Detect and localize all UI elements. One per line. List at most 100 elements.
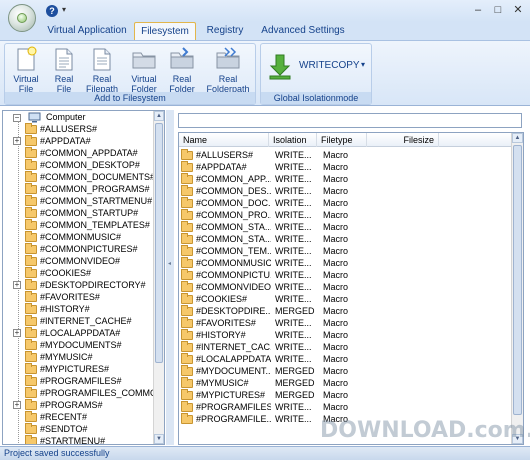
file-list[interactable]: Name Isolation Filetype Filesize #ALLUSE… (178, 132, 524, 445)
list-scroll-up-button[interactable]: ▲ (512, 133, 523, 143)
tree-item[interactable]: #MYPICTURES# (25, 363, 109, 375)
tree-item[interactable]: #PROGRAMFILES# (25, 375, 122, 387)
virtual-folder-button[interactable]: Virtual Folder (125, 46, 163, 94)
tab-advanced-settings[interactable]: Advanced Settings (256, 22, 350, 40)
quick-access-dropdown-icon[interactable]: ▾ (62, 5, 66, 14)
tree-expand-icon[interactable]: + (13, 281, 21, 289)
table-row[interactable]: #DESKTOPDIRE... MERGED Macro (179, 305, 512, 317)
tree-expand-icon[interactable]: + (13, 137, 21, 145)
folder-icon (181, 353, 193, 365)
tree-item[interactable]: #RECENT# (25, 411, 87, 423)
table-row[interactable]: #COMMON_STA... WRITE... Macro (179, 233, 512, 245)
title-bar: ? ▾ – □ ✕ (0, 0, 530, 22)
real-folderpath-button[interactable]: Real Folderpath (205, 46, 251, 94)
isolation-cell: WRITE... (275, 402, 312, 412)
table-row[interactable]: #MYMUSIC# MERGED Macro (179, 377, 512, 389)
table-row[interactable]: #COMMONVIDEO# WRITE... Macro (179, 281, 512, 293)
tree-scrollbar[interactable]: ▲ ▼ (153, 111, 164, 444)
tree-scroll-thumb[interactable] (155, 123, 163, 363)
name-cell: #COOKIES# (181, 293, 271, 305)
tree-item[interactable]: + #PROGRAMS# (13, 399, 103, 411)
virtual-file-button[interactable]: Virtual File (7, 46, 45, 94)
folder-icon (181, 269, 193, 281)
minimize-button[interactable]: – (472, 4, 484, 16)
path-field[interactable] (178, 113, 522, 128)
isolation-cell: WRITE... (275, 198, 312, 208)
tree-item[interactable]: #PROGRAMFILES_COMMO (25, 387, 157, 399)
tree-item[interactable]: + #LOCALAPPDATA# (13, 327, 120, 339)
column-header-name[interactable]: Name (179, 133, 269, 147)
table-row[interactable]: #COMMON_APP... WRITE... Macro (179, 173, 512, 185)
tree-collapse-icon[interactable]: − (13, 113, 21, 122)
tree-scroll-up-button[interactable]: ▲ (154, 111, 164, 121)
tree-item[interactable]: #COMMONMUSIC# (25, 231, 121, 243)
ribbon-tabs: Virtual Application Filesystem Registry … (0, 22, 530, 40)
tab-virtual-application[interactable]: Virtual Application (40, 22, 134, 40)
tree-item[interactable]: #COMMON_TEMPLATES# (25, 219, 150, 231)
table-row[interactable]: #ALLUSERS# WRITE... Macro (179, 149, 512, 161)
table-row[interactable]: #COMMONPICTU... WRITE... Macro (179, 269, 512, 281)
table-row[interactable]: #INTERNET_CAC... WRITE... Macro (179, 341, 512, 353)
tree-item[interactable]: #COOKIES# (25, 267, 91, 279)
tree-item[interactable]: #COMMON_PROGRAMS# (25, 183, 150, 195)
column-header-isolation[interactable]: Isolation (269, 133, 317, 147)
tree-item[interactable]: #COMMON_APPDATA# (25, 147, 138, 159)
table-row[interactable]: #MYPICTURES# MERGED Macro (179, 389, 512, 401)
writecopy-dropdown[interactable]: WRITECOPY ▾ (265, 50, 369, 84)
maximize-button[interactable]: □ (492, 4, 504, 16)
table-row[interactable]: #PROGRAMFILES# WRITE... Macro (179, 401, 512, 413)
pane-splitter[interactable]: ◂ (166, 110, 174, 445)
column-header-filesize[interactable]: Filesize (367, 133, 439, 147)
table-row[interactable]: #COMMONMUSIC# WRITE... Macro (179, 257, 512, 269)
tree-item[interactable]: #FAVORITES# (25, 291, 100, 303)
table-row[interactable]: #COMMON_STA... WRITE... Macro (179, 221, 512, 233)
table-row[interactable]: #HISTORY# WRITE... Macro (179, 329, 512, 341)
close-button[interactable]: ✕ (512, 4, 524, 16)
real-file-button[interactable]: Real File (45, 46, 83, 94)
table-row[interactable]: #COMMON_DES... WRITE... Macro (179, 185, 512, 197)
list-scroll-thumb[interactable] (513, 145, 522, 415)
tree-item[interactable]: + #APPDATA# (13, 135, 91, 147)
folder-icon (25, 411, 37, 423)
table-row[interactable]: #COOKIES# WRITE... Macro (179, 293, 512, 305)
tree-item[interactable]: #COMMON_DOCUMENTS# (25, 171, 155, 183)
tree-root-computer[interactable]: − Computer (13, 111, 86, 123)
column-header-filetype[interactable]: Filetype (317, 133, 367, 147)
tree-item[interactable]: #COMMON_DESKTOP# (25, 159, 140, 171)
tree-item[interactable]: #SENDTO# (25, 423, 87, 435)
list-scrollbar[interactable]: ▲ ▼ (511, 133, 523, 444)
table-row[interactable]: #COMMON_TEM... WRITE... Macro (179, 245, 512, 257)
tree-item[interactable]: #HISTORY# (25, 303, 90, 315)
tree-item[interactable]: #COMMON_STARTUP# (25, 207, 138, 219)
filetype-cell: Macro (323, 150, 349, 160)
tree-scroll-down-button[interactable]: ▼ (154, 434, 164, 444)
real-filepath-button[interactable]: Real Filepath (83, 46, 121, 94)
tree-item[interactable]: #COMMONPICTURES# (25, 243, 138, 255)
table-row[interactable]: #FAVORITES# WRITE... Macro (179, 317, 512, 329)
table-row[interactable]: #COMMON_PRO... WRITE... Macro (179, 209, 512, 221)
tree-item[interactable]: #MYDOCUMENTS# (25, 339, 122, 351)
tab-registry[interactable]: Registry (200, 22, 250, 40)
table-row[interactable]: #MYDOCUMENT... MERGED Macro (179, 365, 512, 377)
tree-item[interactable]: #STARTMENU# (25, 435, 105, 444)
tree-item[interactable]: #INTERNET_CACHE# (25, 315, 132, 327)
tree-item-label: #COMMON_PROGRAMS# (40, 184, 150, 194)
tree-item[interactable]: + #DESKTOPDIRECTORY# (13, 279, 146, 291)
tree-item[interactable]: #MYMUSIC# (25, 351, 93, 363)
tree-expand-icon[interactable]: + (13, 329, 21, 337)
application-menu-button[interactable] (8, 4, 36, 32)
table-row[interactable]: #LOCALAPPDATA# WRITE... Macro (179, 353, 512, 365)
help-icon[interactable]: ? (46, 5, 58, 17)
table-row[interactable]: #APPDATA# WRITE... Macro (179, 161, 512, 173)
real-folder-label-1: Real (172, 74, 192, 84)
tree-expand-icon[interactable]: + (13, 401, 21, 409)
real-folder-button[interactable]: Real Folder (163, 46, 201, 94)
folder-tree[interactable]: − Computer #ALLUSERS# + #APPDATA# #COMMON_A… (2, 110, 165, 445)
tree-item[interactable]: #COMMONVIDEO# (25, 255, 120, 267)
isolation-cell: MERGED (275, 366, 315, 376)
table-row[interactable]: #COMMON_DOC... WRITE... Macro (179, 197, 512, 209)
tab-filesystem[interactable]: Filesystem (134, 22, 196, 40)
folder-icon (181, 161, 193, 173)
tree-item[interactable]: #COMMON_STARTMENU# (25, 195, 152, 207)
tree-item[interactable]: #ALLUSERS# (25, 123, 97, 135)
